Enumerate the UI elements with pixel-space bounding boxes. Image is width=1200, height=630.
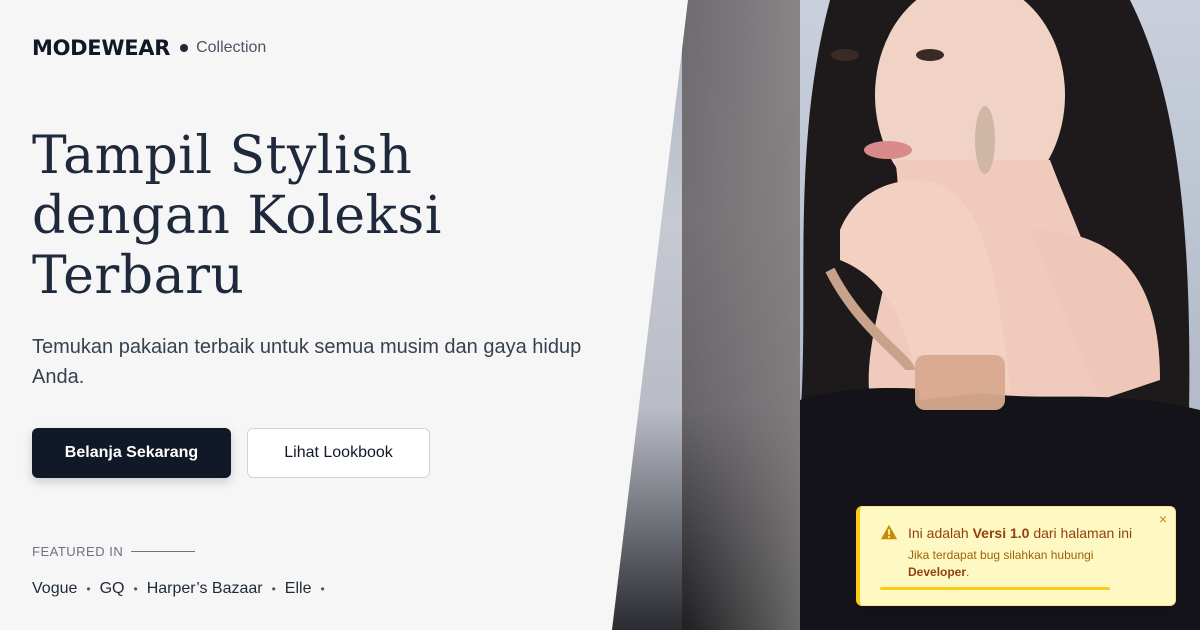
press-item: GQ • xyxy=(100,580,147,598)
hero-title-line: Tampil Stylish xyxy=(32,126,413,186)
shop-now-button[interactable]: Belanja Sekarang xyxy=(32,428,231,478)
toast-body-suffix: . xyxy=(966,565,970,579)
developer-link[interactable]: Developer xyxy=(908,565,966,579)
press-outlet-gq: GQ xyxy=(99,580,125,597)
hero-title: Tampil Stylish dengan Koleksi Terbaru xyxy=(32,126,592,306)
close-icon[interactable]: × xyxy=(1159,511,1167,527)
press-outlet-vogue: Vogue xyxy=(32,580,78,597)
hero-title-line: Terbaru xyxy=(32,246,245,306)
hero-subtitle: Temukan pakaian terbaik untuk semua musi… xyxy=(32,336,582,388)
warning-icon xyxy=(880,524,898,540)
press-list: Vogue • GQ • Harper’s Bazaar • Elle • xyxy=(32,580,334,598)
toast-body: Jika terdapat bug silahkan hubungi Devel… xyxy=(908,547,1158,581)
press-outlet-elle: Elle xyxy=(284,580,312,597)
toast-version: Versi 1.0 xyxy=(972,525,1030,541)
hero-image-fade-hair xyxy=(682,0,800,630)
press-separator: • xyxy=(271,582,276,596)
press-separator: • xyxy=(320,582,325,596)
toast-title: Ini adalah Versi 1.0 dari halaman ini xyxy=(908,525,1132,541)
brand-name[interactable]: MODEWEAR xyxy=(32,36,170,60)
hero-image-fade xyxy=(612,0,800,630)
toast-title-suffix: dari halaman ini xyxy=(1029,525,1133,541)
toast-body-text: Jika terdapat bug silahkan hubungi xyxy=(908,548,1094,562)
featured-label: FEATURED IN xyxy=(32,544,124,559)
press-item: Elle • xyxy=(285,580,334,598)
version-toast: Ini adalah Versi 1.0 dari halaman ini Ji… xyxy=(856,506,1176,606)
press-outlet-harpers-bazaar: Harper’s Bazaar xyxy=(146,580,263,597)
press-separator: • xyxy=(133,582,138,596)
brand-dot xyxy=(180,44,189,52)
featured-divider xyxy=(131,551,196,552)
press-separator: • xyxy=(86,582,91,596)
press-item: Harper’s Bazaar • xyxy=(147,580,285,598)
brand-subtitle: Collection xyxy=(196,39,267,56)
hero-title-line: dengan Koleksi xyxy=(32,186,442,246)
lookbook-button[interactable]: Lihat Lookbook xyxy=(247,428,430,478)
press-item: Vogue • xyxy=(32,580,100,598)
brand-header: MODEWEAR Collection xyxy=(32,36,266,60)
toast-title-prefix: Ini adalah xyxy=(908,525,973,541)
toast-progress-bar xyxy=(880,587,1110,590)
featured-in: FEATURED IN xyxy=(32,544,196,559)
